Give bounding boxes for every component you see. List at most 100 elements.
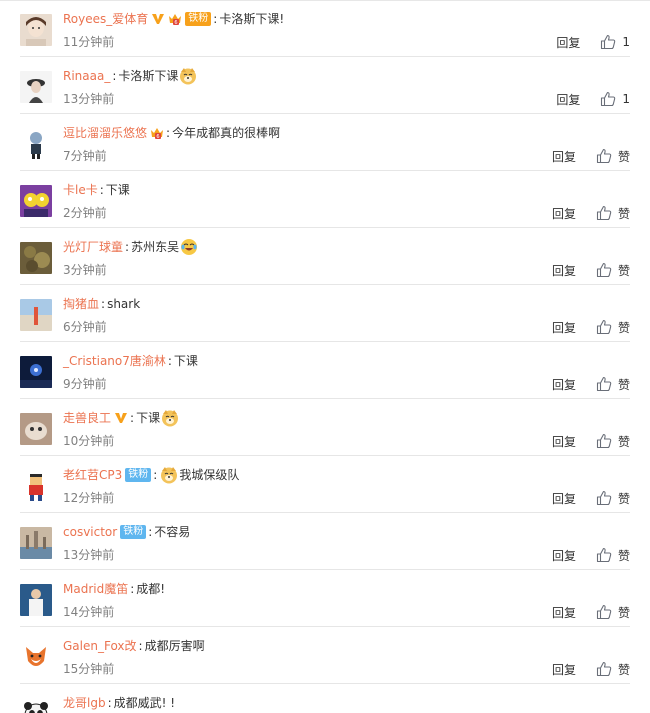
thumbs-up-icon: [596, 433, 612, 449]
colon-separator: :: [153, 468, 158, 482]
avatar[interactable]: [20, 641, 52, 673]
comment-item: Madrid魔笛: 成都! 14分钟前 回复 赞: [0, 570, 650, 627]
thumbs-up-icon: [596, 262, 612, 278]
thumbs-up-icon: [596, 661, 612, 677]
like-button[interactable]: 赞: [596, 148, 630, 165]
comment-text: 苏州东吴: [131, 240, 180, 254]
like-button[interactable]: 赞: [596, 433, 630, 450]
comment-text: 今年成都真的很棒啊: [172, 126, 281, 140]
like-count: 赞: [617, 206, 630, 221]
comment-text: 下课: [173, 354, 198, 368]
fan-badge-label: 铁粉: [185, 12, 212, 26]
reply-button[interactable]: 回复: [552, 490, 576, 507]
comment-time: 13分钟前: [63, 548, 115, 562]
reply-button[interactable]: 回复: [556, 34, 580, 51]
comment-text: 下课: [136, 411, 161, 425]
comment-text: 成都!: [136, 582, 166, 596]
thumbs-up-icon: [596, 490, 612, 506]
avatar[interactable]: [20, 14, 52, 46]
doge-emoji: [160, 466, 178, 484]
comment-actions: 回复 赞: [552, 261, 630, 279]
comment-actions: 回复 赞: [552, 204, 630, 222]
comment-line: Madrid魔笛: 成都!: [63, 580, 165, 598]
comment-actions: 回复 赞: [552, 147, 630, 165]
comment-line: 龙哥lgb: 成都威武! !: [63, 694, 175, 712]
laugh-cry-emoji: [180, 238, 198, 256]
like-button[interactable]: 赞: [596, 262, 630, 279]
reply-button[interactable]: 回复: [552, 547, 576, 564]
avatar[interactable]: [20, 299, 52, 331]
thumbs-up-icon: [596, 148, 612, 164]
like-button[interactable]: 1: [600, 34, 630, 50]
username-link[interactable]: 龙哥lgb: [63, 694, 106, 712]
like-button[interactable]: 赞: [596, 319, 630, 336]
colon-separator: :: [130, 411, 135, 425]
username-link[interactable]: 卡le卡: [63, 181, 98, 199]
reply-button[interactable]: 回复: [552, 205, 576, 222]
like-count: 赞: [617, 662, 630, 677]
comment-text: 成都威武! !: [113, 696, 176, 710]
username-link[interactable]: Galen_Fox改: [63, 637, 137, 655]
username-link[interactable]: 逗比溜溜乐悠悠: [63, 124, 147, 142]
like-button[interactable]: 赞: [596, 661, 630, 678]
like-button[interactable]: 赞: [596, 490, 630, 507]
username-link[interactable]: 掏猪血: [63, 295, 99, 313]
like-button[interactable]: 赞: [596, 604, 630, 621]
reply-button[interactable]: 回复: [552, 148, 576, 165]
avatar[interactable]: [20, 527, 52, 559]
comment-time: 15分钟前: [63, 662, 115, 676]
colon-separator: :: [112, 69, 117, 83]
reply-button[interactable]: 回复: [552, 433, 576, 450]
reply-button[interactable]: 回复: [552, 661, 576, 678]
username-link[interactable]: cosvictor: [63, 523, 117, 541]
username-link[interactable]: Rinaaa_: [63, 67, 110, 85]
comment-line: 掏猪血: shark: [63, 295, 140, 313]
like-count: 赞: [617, 149, 630, 164]
comment-time: 2分钟前: [63, 206, 107, 220]
thumbs-up-icon: [596, 205, 612, 221]
svg-text:6: 6: [156, 134, 159, 140]
avatar[interactable]: [20, 413, 52, 445]
username-link[interactable]: Royees_爱体育: [63, 10, 148, 28]
username-link[interactable]: 走兽良工: [63, 409, 111, 427]
reply-button[interactable]: 回复: [552, 604, 576, 621]
reply-button[interactable]: 回复: [556, 91, 580, 108]
avatar[interactable]: [20, 584, 52, 616]
colon-separator: :: [167, 354, 172, 368]
colon-separator: :: [99, 183, 104, 197]
like-count: 赞: [617, 491, 630, 506]
avatar[interactable]: [20, 356, 52, 388]
avatar[interactable]: [20, 71, 52, 103]
avatar[interactable]: [20, 470, 52, 502]
comment-line: Rinaaa_: 卡洛斯下课: [63, 67, 198, 85]
comment-actions: 回复 赞: [552, 489, 630, 507]
reply-button[interactable]: 回复: [552, 319, 576, 336]
comment-item: _Cristiano7唐渝林: 下课 9分钟前 回复 赞: [0, 342, 650, 399]
like-button[interactable]: 赞: [596, 376, 630, 393]
reply-button[interactable]: 回复: [552, 262, 576, 279]
fan-badge: 铁粉: [125, 468, 152, 482]
username-link[interactable]: 老红苕CP3: [63, 466, 122, 484]
fan-badge: 铁粉: [185, 12, 212, 26]
comment-list: Royees_爱体育 6 铁粉: 卡洛斯下课! 11分钟前 回复 1 Rinaaa_: 卡洛斯下…: [0, 0, 650, 713]
avatar[interactable]: [20, 185, 52, 217]
verified-v-icon: [151, 12, 165, 26]
like-button[interactable]: 1: [600, 91, 630, 107]
username-link[interactable]: 光灯厂球童: [63, 238, 123, 256]
like-count: 1: [622, 35, 630, 49]
avatar[interactable]: [20, 128, 52, 160]
like-button[interactable]: 赞: [596, 205, 630, 222]
reply-button[interactable]: 回复: [552, 376, 576, 393]
comment-line: 走兽良工: 下课: [63, 409, 180, 427]
comment-item: 龙哥lgb: 成都威武! !: [0, 684, 650, 713]
avatar[interactable]: [20, 242, 52, 274]
username-link[interactable]: _Cristiano7唐渝林: [63, 352, 166, 370]
avatar[interactable]: [20, 698, 52, 713]
thumbs-up-icon: [596, 547, 612, 563]
svg-text:6: 6: [175, 20, 178, 26]
comment-line: Royees_爱体育 6 铁粉: 卡洛斯下课!: [63, 10, 284, 28]
username-link[interactable]: Madrid魔笛: [63, 580, 128, 598]
like-button[interactable]: 赞: [596, 547, 630, 564]
colon-separator: :: [213, 12, 218, 26]
comment-line: Galen_Fox改: 成都厉害啊: [63, 637, 205, 655]
